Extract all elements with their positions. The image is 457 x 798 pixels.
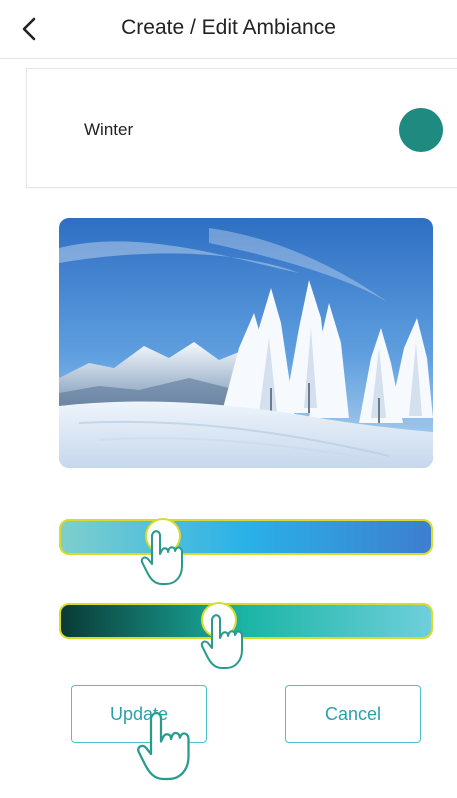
ambiance-color-swatch[interactable]: [399, 108, 443, 152]
cancel-button[interactable]: Cancel: [285, 685, 421, 743]
ambiance-image: [59, 218, 433, 468]
ambiance-card[interactable]: Winter: [26, 68, 457, 188]
hue-slider[interactable]: [59, 518, 433, 555]
top-bar: Create / Edit Ambiance: [0, 0, 457, 59]
saturation-slider-thumb[interactable]: [201, 602, 237, 638]
hue-slider-thumb[interactable]: [145, 518, 181, 554]
page-title: Create / Edit Ambiance: [121, 16, 336, 39]
update-button[interactable]: Update: [71, 685, 207, 743]
saturation-slider[interactable]: [59, 602, 433, 639]
ambiance-name: Winter: [84, 120, 134, 139]
